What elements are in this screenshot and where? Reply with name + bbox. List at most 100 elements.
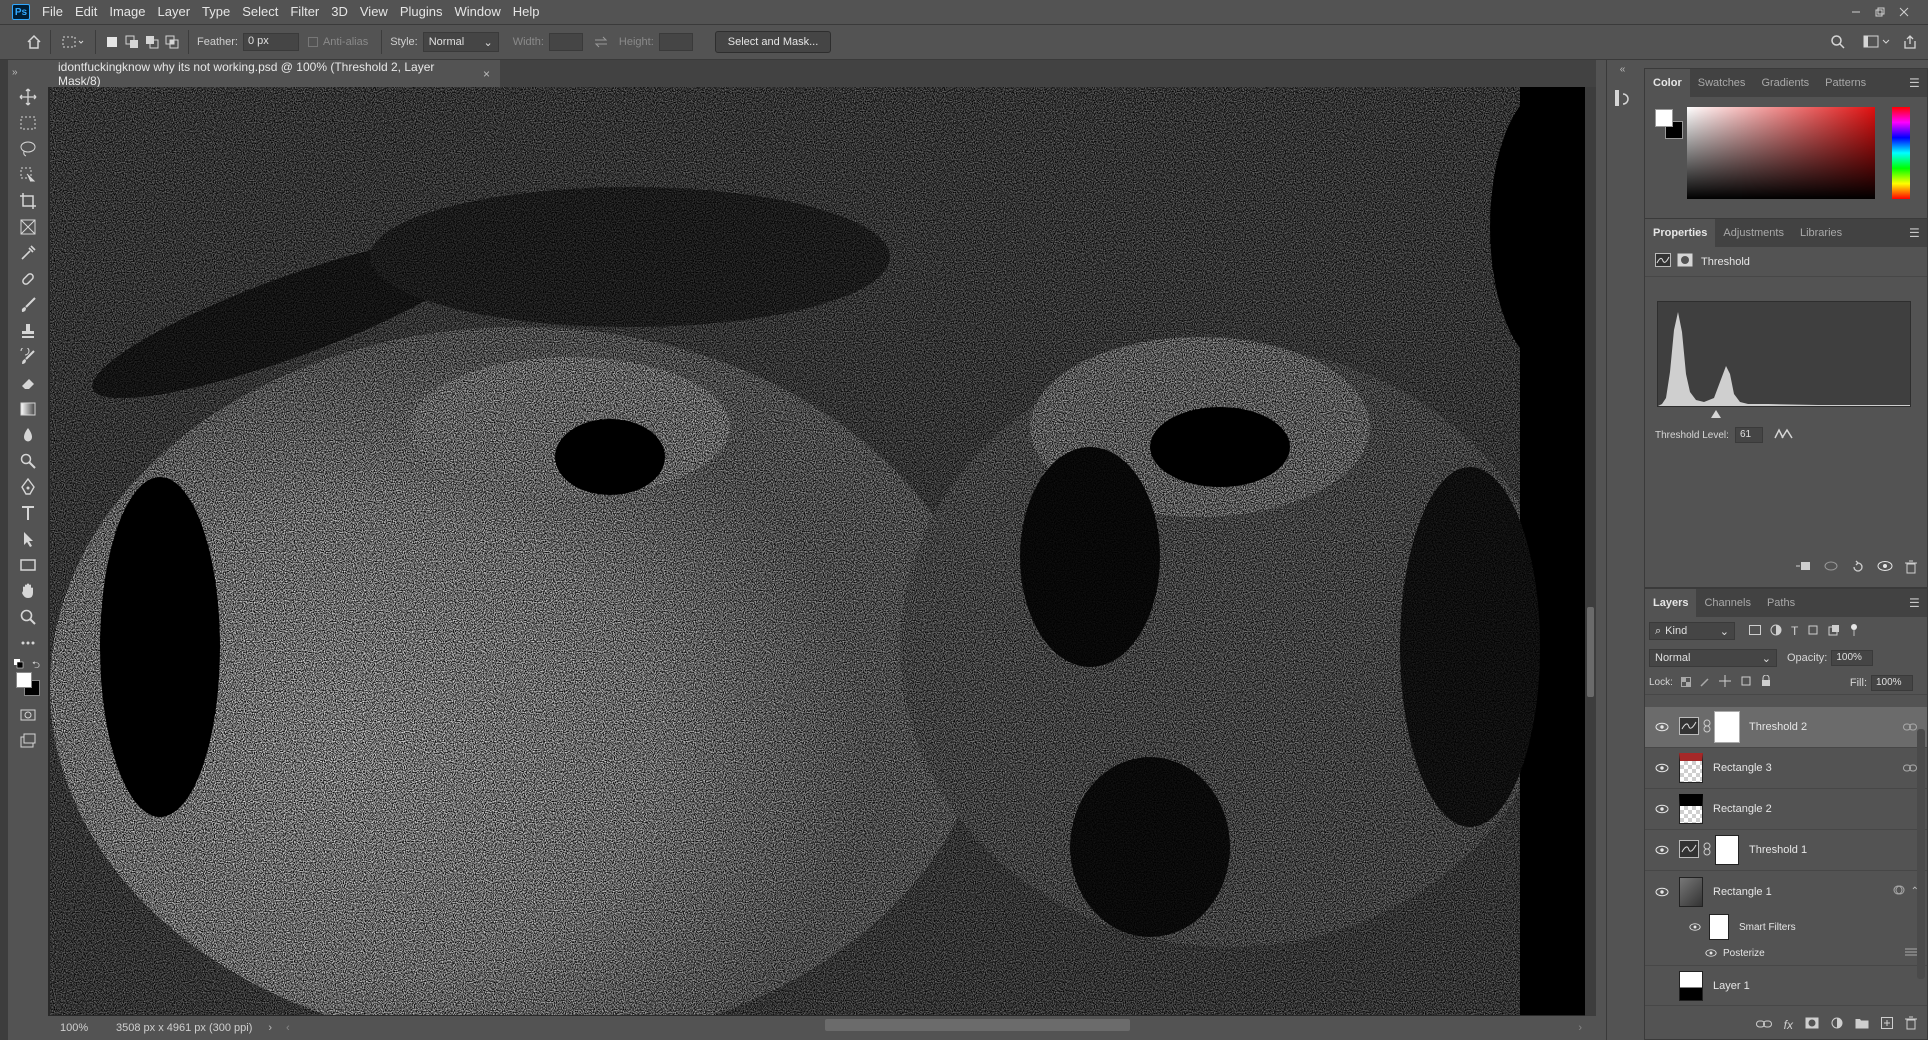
frame-tool-icon[interactable]: [8, 214, 48, 240]
add-selection-icon[interactable]: [124, 34, 140, 50]
layer-mask-icon[interactable]: [1677, 253, 1693, 270]
zoom-level[interactable]: 100%: [48, 1022, 92, 1034]
crop-tool-icon[interactable]: [8, 188, 48, 214]
type-tool-icon[interactable]: [8, 500, 48, 526]
smart-filter-mask-thumbnail[interactable]: [1709, 914, 1729, 940]
foreground-color-swatch[interactable]: [16, 672, 32, 688]
lasso-tool-icon[interactable]: [8, 136, 48, 162]
eyedropper-tool-icon[interactable]: [8, 240, 48, 266]
view-previous-state-icon[interactable]: [1823, 560, 1839, 577]
lock-artboard-icon[interactable]: [1740, 675, 1752, 690]
menu-image[interactable]: Image: [103, 0, 151, 24]
height-input[interactable]: [658, 33, 693, 51]
delete-adjustment-icon[interactable]: [1905, 560, 1917, 577]
search-icon[interactable]: [1830, 34, 1846, 50]
status-menu-chevron-icon[interactable]: ›: [268, 1022, 272, 1034]
color-picker-field[interactable]: [1687, 107, 1875, 199]
add-mask-icon[interactable]: [1805, 1017, 1819, 1032]
tab-patterns[interactable]: Patterns: [1817, 69, 1874, 97]
link-layers-icon[interactable]: [1755, 1018, 1772, 1032]
history-panel-icon[interactable]: [1613, 88, 1633, 108]
intersect-selection-icon[interactable]: [164, 34, 180, 50]
lock-position-icon[interactable]: [1718, 675, 1731, 690]
eraser-tool-icon[interactable]: [8, 370, 48, 396]
eye-icon[interactable]: [1655, 843, 1669, 857]
eye-icon[interactable]: [1655, 720, 1669, 734]
tab-adjustments[interactable]: Adjustments: [1715, 219, 1792, 247]
layer-row-threshold-1[interactable]: Threshold 1: [1645, 830, 1927, 871]
filter-adjustment-icon[interactable]: [1770, 624, 1782, 639]
delete-layer-icon[interactable]: [1905, 1016, 1917, 1033]
layer-row-rectangle-2[interactable]: Rectangle 2: [1645, 789, 1927, 830]
vertical-scroll-thumb[interactable]: [1587, 607, 1594, 697]
close-icon[interactable]: [1892, 2, 1916, 22]
tab-swatches[interactable]: Swatches: [1690, 69, 1754, 97]
menu-edit[interactable]: Edit: [69, 0, 103, 24]
rectangular-marquee-tool-icon[interactable]: [8, 110, 48, 136]
new-adjustment-layer-icon[interactable]: [1831, 1017, 1843, 1032]
reset-adjustment-icon[interactable]: [1851, 560, 1865, 577]
gradient-tool-icon[interactable]: [8, 396, 48, 422]
filter-type-icon[interactable]: T: [1791, 624, 1798, 638]
blur-tool-icon[interactable]: [8, 422, 48, 448]
quick-mask-icon[interactable]: [8, 702, 48, 728]
collapse-icon[interactable]: »: [8, 60, 48, 84]
layer-mask-thumbnail[interactable]: [1714, 711, 1740, 743]
new-group-icon[interactable]: [1855, 1017, 1869, 1032]
menu-filter[interactable]: Filter: [284, 0, 325, 24]
menu-help[interactable]: Help: [507, 0, 546, 24]
document-canvas[interactable]: [50, 87, 1585, 1015]
menu-layer[interactable]: Layer: [152, 0, 197, 24]
eye-icon[interactable]: [1655, 802, 1669, 816]
threshold-level-input[interactable]: 61: [1734, 427, 1763, 443]
feather-input[interactable]: 0 px: [242, 33, 299, 51]
tab-paths[interactable]: Paths: [1759, 589, 1803, 617]
eye-icon[interactable]: [1655, 885, 1669, 899]
vertical-scrollbar[interactable]: [1585, 87, 1596, 1017]
move-tool-icon[interactable]: [8, 84, 48, 110]
lock-all-icon[interactable]: [1761, 674, 1771, 690]
rectangle-tool-icon[interactable]: [8, 552, 48, 578]
minimize-icon[interactable]: [1844, 2, 1868, 22]
tab-channels[interactable]: Channels: [1696, 589, 1758, 617]
screen-mode-icon[interactable]: [8, 728, 48, 754]
subtract-selection-icon[interactable]: [144, 34, 160, 50]
blend-mode-select[interactable]: Normal ⌄: [1649, 649, 1777, 667]
new-layer-icon[interactable]: [1881, 1017, 1893, 1032]
photoshop-logo-icon[interactable]: Ps: [12, 4, 30, 20]
brush-tool-icon[interactable]: [8, 292, 48, 318]
swap-colors-icon[interactable]: ⮌: [32, 658, 40, 675]
eye-icon[interactable]: [1705, 947, 1717, 959]
zoom-tool-icon[interactable]: [8, 604, 48, 630]
scroll-left-icon[interactable]: ‹: [286, 1022, 290, 1034]
layer-style-fx-icon[interactable]: fx: [1784, 1018, 1793, 1032]
marquee-preset-icon[interactable]: [59, 34, 87, 50]
tab-gradients[interactable]: Gradients: [1753, 69, 1817, 97]
link-icon[interactable]: [1703, 719, 1711, 736]
panel-menu-icon[interactable]: ☰: [1909, 219, 1921, 247]
select-and-mask-button[interactable]: Select and Mask...: [714, 31, 832, 53]
menu-3d[interactable]: 3D: [325, 0, 354, 24]
smart-filters-row[interactable]: Smart Filters: [1645, 912, 1927, 942]
opacity-input[interactable]: 100%: [1831, 650, 1874, 666]
smart-filter-indicator-icon[interactable]: [1893, 884, 1905, 899]
dodge-tool-icon[interactable]: [8, 448, 48, 474]
filter-shape-icon[interactable]: [1807, 624, 1819, 639]
object-selection-tool-icon[interactable]: [8, 162, 48, 188]
tab-color[interactable]: Color: [1645, 69, 1690, 97]
foreground-color-chip[interactable]: [1655, 109, 1673, 127]
swap-dimensions-icon[interactable]: [593, 34, 609, 50]
tab-layers[interactable]: Layers: [1645, 589, 1697, 617]
filter-pixel-icon[interactable]: [1749, 624, 1761, 638]
eye-icon[interactable]: [1689, 921, 1701, 933]
filter-smart-object-icon[interactable]: [1828, 624, 1840, 639]
clip-to-layer-icon[interactable]: [1795, 560, 1811, 577]
fill-input[interactable]: 100%: [1871, 674, 1913, 691]
history-brush-tool-icon[interactable]: [8, 344, 48, 370]
document-tab[interactable]: idontfuckingknow why its not working.psd…: [48, 60, 500, 88]
hand-tool-icon[interactable]: [8, 578, 48, 604]
workspace-icon[interactable]: [1862, 34, 1892, 50]
menu-plugins[interactable]: Plugins: [394, 0, 449, 24]
layer-row-rectangle-1[interactable]: Rectangle 1 ⌃: [1645, 871, 1927, 912]
layers-scrollbar[interactable]: [1917, 729, 1925, 979]
